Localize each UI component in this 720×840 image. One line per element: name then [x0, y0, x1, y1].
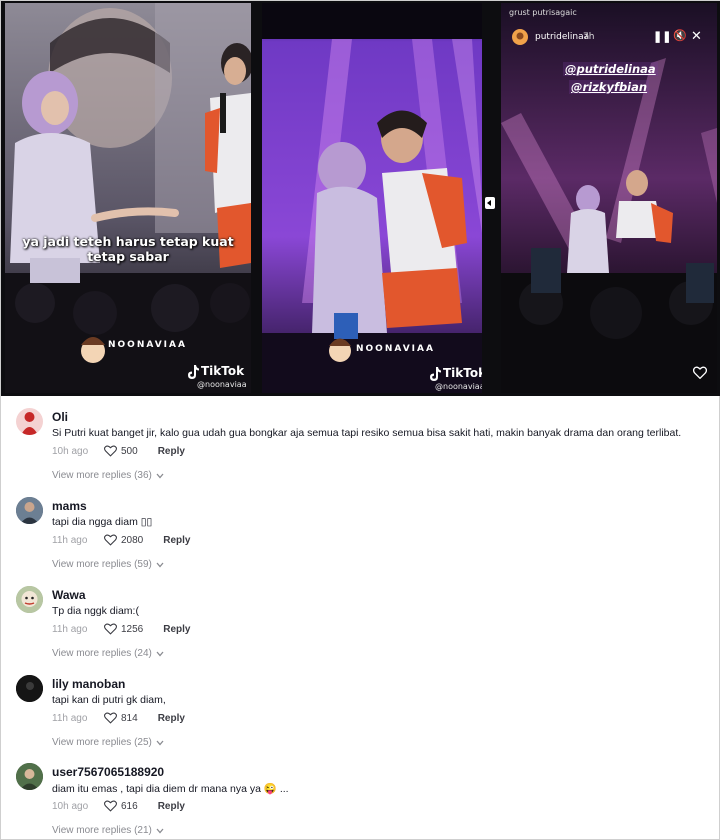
comment-meta: 10h ago 616 Reply	[52, 799, 185, 813]
caption-line-1: ya jadi teteh harus tetap kuat	[22, 234, 234, 249]
view-more-replies[interactable]: View more replies (24)	[52, 648, 164, 659]
view-more-replies-label: View more replies (21)	[52, 825, 152, 836]
concert-scene-2	[262, 3, 482, 393]
like-button[interactable]: 814	[104, 712, 138, 724]
photo-avatar[interactable]	[16, 497, 43, 524]
creator-watermark: NOONAVIAA	[356, 344, 435, 354]
tiktok-handle: @noonaviaa	[197, 380, 247, 389]
comment-text: diam itu emas , tapi dia diem dr mana ny…	[52, 783, 289, 795]
tiktok-handle: @noonaviaa	[435, 382, 482, 391]
like-button[interactable]: 1256	[104, 623, 143, 635]
tiktok-logo-icon	[188, 365, 199, 379]
heart-outline-icon	[104, 534, 117, 546]
comment-text: tapi dia ngga diam ▯▯	[52, 516, 153, 528]
previous-arrow-icon[interactable]	[485, 197, 495, 209]
caption-line-2: tetap sabar	[87, 249, 169, 264]
like-count: 500	[121, 445, 138, 457]
heart-icon[interactable]	[693, 366, 707, 379]
view-more-replies-label: View more replies (24)	[52, 648, 152, 659]
heart-outline-icon	[104, 712, 117, 724]
comment-text: Si Putri kuat banget jir, kalo gua udah …	[52, 427, 682, 439]
video-strip: ya jadi teteh harus tetap kuat tetap sab…	[1, 1, 720, 396]
story-top-text: grust putrisagaic	[509, 8, 577, 17]
chevron-down-icon	[156, 828, 164, 833]
view-more-replies-label: View more replies (25)	[52, 737, 152, 748]
red-figure-avatar[interactable]	[16, 408, 43, 435]
like-button[interactable]: 616	[104, 800, 138, 812]
story-timestamp: 7h	[583, 32, 595, 42]
view-more-replies[interactable]: View more replies (21)	[52, 825, 164, 836]
reply-button[interactable]: Reply	[158, 801, 185, 812]
chevron-down-icon	[156, 740, 164, 745]
comment-meta: 11h ago 2080 Reply	[52, 533, 190, 547]
story-avatar-icon[interactable]	[511, 28, 529, 46]
comment-time: 11h ago	[52, 534, 88, 546]
tiktok-logo-icon	[430, 367, 441, 381]
like-count: 2080	[121, 534, 144, 546]
concert-scene-1	[5, 3, 251, 393]
heart-outline-icon	[104, 800, 117, 812]
like-count: 1256	[121, 623, 144, 635]
tiktok-brand: TikTok	[201, 364, 245, 378]
like-count: 814	[121, 712, 138, 724]
comment-meta: 10h ago 500 Reply	[52, 444, 185, 458]
view-more-replies-label: View more replies (59)	[52, 559, 152, 570]
view-more-replies[interactable]: View more replies (25)	[52, 737, 164, 748]
screenshot-root: ya jadi teteh harus tetap kuat tetap sab…	[0, 0, 720, 840]
comment-text: tapi kan di putri gk diam,	[52, 694, 166, 706]
story-username[interactable]: putridelinaa	[535, 32, 589, 42]
video-panel-2[interactable]: NOONAVIAA TikTok @noonaviaa	[262, 3, 482, 393]
mention-tag-1[interactable]: @putridelinaa	[563, 62, 658, 76]
creator-watermark: NOONAVIAA	[108, 340, 187, 350]
comment-time: 11h ago	[52, 623, 88, 635]
tiktok-brand: TikTok	[443, 366, 482, 380]
mention-tag-2[interactable]: @rizkyfbian	[569, 80, 650, 94]
comment-meta: 11h ago 814 Reply	[52, 711, 185, 725]
comment-author[interactable]: Oli	[52, 410, 68, 424]
pause-icon[interactable]: ❚❚	[653, 30, 671, 43]
comment-time: 10h ago	[52, 800, 89, 812]
comment-author[interactable]: mams	[52, 499, 87, 513]
reply-button[interactable]: Reply	[158, 446, 185, 457]
reply-button[interactable]: Reply	[163, 535, 190, 546]
video-panel-1[interactable]: ya jadi teteh harus tetap kuat tetap sab…	[5, 3, 251, 393]
mute-icon[interactable]: 🔇	[673, 29, 687, 42]
chevron-down-icon	[156, 651, 164, 656]
comment-author[interactable]: Wawa	[52, 588, 86, 602]
reply-button[interactable]: Reply	[163, 624, 190, 635]
photo-avatar[interactable]	[16, 763, 43, 790]
heart-outline-icon	[104, 623, 117, 635]
like-count: 616	[121, 800, 138, 812]
story-panel[interactable]: grust putrisagaic putridelinaa 7h ❚❚ 🔇 ✕…	[501, 3, 717, 393]
comment-author[interactable]: lily manoban	[52, 677, 125, 691]
like-button[interactable]: 500	[104, 445, 138, 457]
chevron-down-icon	[156, 562, 164, 567]
reply-button[interactable]: Reply	[158, 713, 185, 724]
chevron-down-icon	[156, 473, 164, 478]
view-more-replies-label: View more replies (36)	[52, 470, 152, 481]
like-button[interactable]: 2080	[104, 534, 143, 546]
dark-avatar[interactable]	[16, 675, 43, 702]
comment-text: Tp dia nggk diam:(	[52, 605, 139, 617]
cartoon-avatar[interactable]	[16, 586, 43, 613]
view-more-replies[interactable]: View more replies (59)	[52, 559, 164, 570]
comment-author[interactable]: user7567065188920	[52, 765, 164, 779]
comment-time: 11h ago	[52, 712, 88, 724]
close-icon[interactable]: ✕	[691, 28, 702, 44]
comment-meta: 11h ago 1256 Reply	[52, 622, 190, 636]
view-more-replies[interactable]: View more replies (36)	[52, 470, 164, 481]
heart-outline-icon	[104, 445, 117, 457]
comment-time: 10h ago	[52, 445, 89, 457]
